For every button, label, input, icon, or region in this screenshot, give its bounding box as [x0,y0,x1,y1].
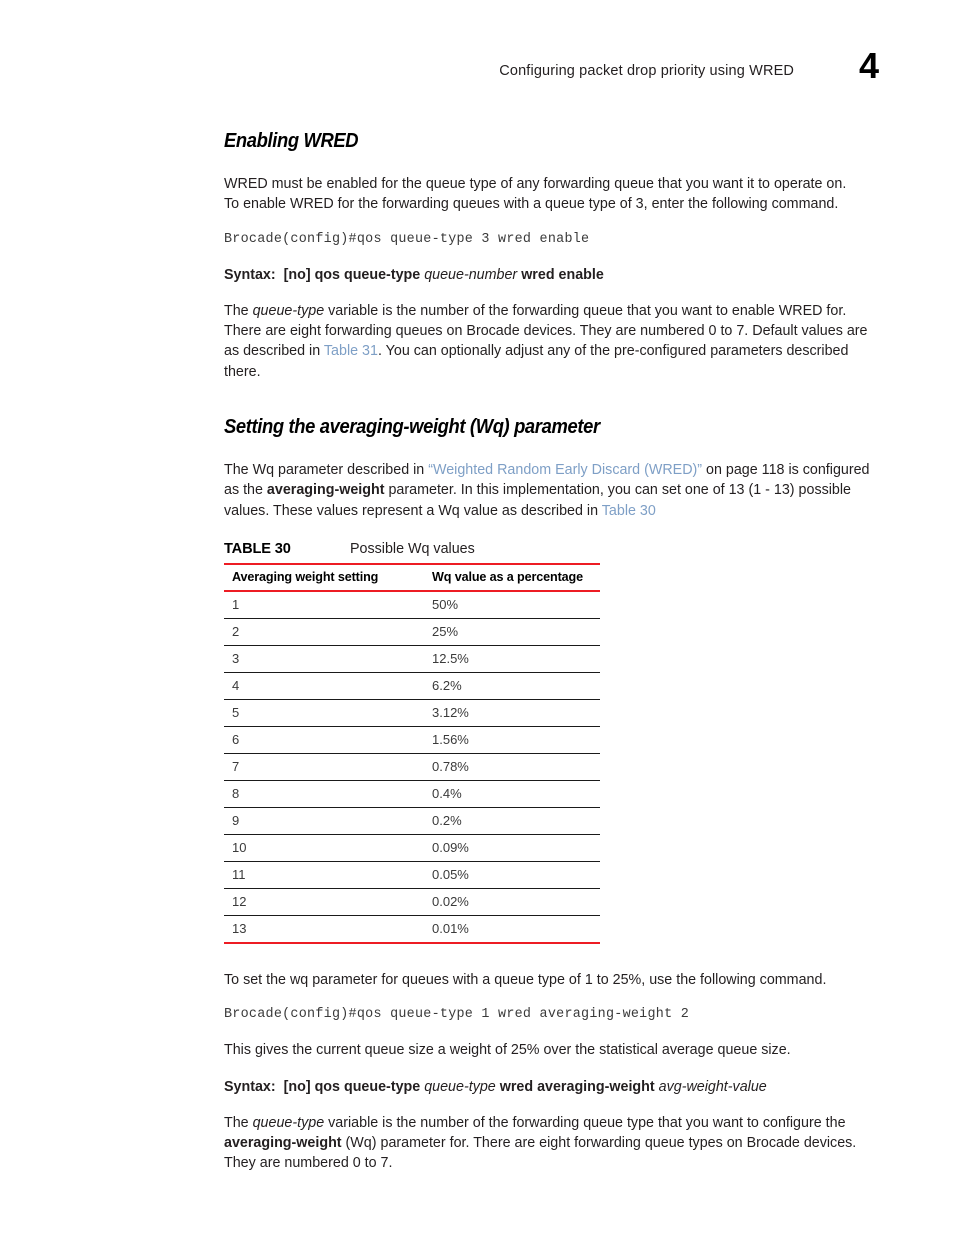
table-row: 9 0.2% [224,807,600,835]
cell-averaging-weight-setting: 1 [224,590,424,619]
text-fragment: The [224,302,253,319]
cell-averaging-weight-setting: 10 [224,834,424,862]
inline-variable: queue-type [252,1114,325,1131]
cell-wq-value: 1.56% [424,726,600,754]
paragraph-queue-type-description: The queue-type variable is the number of… [224,301,872,382]
syntax-variable: queue-number [424,266,518,283]
cell-averaging-weight-setting: 11 [224,861,424,889]
cell-averaging-weight-setting: 12 [224,888,424,916]
table-header: Averaging weight setting Wq value as a p… [224,562,600,592]
page-content: Enabling WRED WRED must be enabled for t… [224,130,872,1190]
cell-wq-value: 6.2% [424,672,600,700]
syntax-keyword: [no] qos queue-type [283,266,421,283]
table-row: 12 0.02% [224,888,600,916]
table-title: Possible Wq values [350,540,475,557]
table-row: 4 6.2% [224,672,600,700]
text-fragment: The [224,1114,253,1131]
column-header-wq-value-percentage: Wq value as a percentage [424,562,600,592]
cell-averaging-weight-setting: 2 [224,618,424,646]
syntax-variable: avg-weight-value [658,1078,767,1095]
cell-wq-value: 0.78% [424,753,600,781]
table-row: 2 25% [224,618,600,646]
cell-wq-value: 50% [424,590,600,619]
cli-command-wred-enable: Brocade(config)#qos queue-type 3 wred en… [224,231,590,247]
syntax-label: Syntax: [224,266,276,283]
table-header-row: Averaging weight setting Wq value as a p… [224,562,600,592]
table-30-block: TABLE 30 Possible Wq values Averaging we… [224,541,600,944]
section-heading-enabling-wred: Enabling WRED [224,130,359,152]
header-title: Configuring packet drop priority using W… [499,63,794,79]
text-fragment: variable is the number of the forwarding… [324,1114,846,1131]
cell-averaging-weight-setting: 5 [224,699,424,727]
table-row: 1 50% [224,590,600,619]
text-fragment: The Wq parameter described in [224,462,429,479]
table-body: 1 50% 2 25% 3 12.5% 4 6.2% 5 3.12% 6 1.56% 7 0.78% 8 0.… [224,590,600,944]
cell-averaging-weight-setting: 3 [224,645,424,673]
possible-wq-values-table: Averaging weight setting Wq value as a p… [224,562,600,944]
page-running-header: Configuring packet drop priority using W… [224,48,879,96]
inline-variable: queue-type [252,302,325,319]
paragraph-wq-parameter-description: The Wq parameter described in “Weighted … [224,460,872,521]
table-number: TABLE 30 [224,540,291,557]
cell-averaging-weight-setting: 13 [224,915,424,944]
cell-averaging-weight-setting: 6 [224,726,424,754]
paragraph-line: To enable WRED for the forwarding queues… [224,196,839,213]
syntax-wred-enable: Syntax: [no] qos queue-type queue-number… [224,265,872,285]
cell-wq-value: 25% [424,618,600,646]
chapter-number: 4 [858,45,879,86]
cell-averaging-weight-setting: 8 [224,780,424,808]
syntax-averaging-weight: Syntax: [no] qos queue-type queue-type w… [224,1077,872,1097]
syntax-keyword: wred averaging-weight [499,1078,655,1095]
cell-wq-value: 12.5% [424,645,600,673]
table-row: 10 0.09% [224,834,600,862]
cross-reference-link-table-30[interactable]: Table 30 [602,503,656,519]
inline-keyword: averaging-weight [266,482,385,499]
cross-reference-link-table-31[interactable]: Table 31 [324,343,378,359]
table-row: 7 0.78% [224,753,600,781]
syntax-keyword: wred enable [521,266,604,283]
cli-command-averaging-weight: Brocade(config)#qos queue-type 1 wred av… [224,1007,690,1023]
table-row: 13 0.01% [224,915,600,944]
paragraph-line: WRED must be enabled for the queue type … [224,176,847,192]
table-row: 8 0.4% [224,780,600,808]
paragraph-enabling-wred-intro: WRED must be enabled for the queue type … [224,174,872,215]
table-caption: TABLE 30 Possible Wq values [224,541,600,557]
cell-averaging-weight-setting: 9 [224,807,424,835]
inline-keyword: averaging-weight [224,1135,342,1152]
syntax-variable: queue-type [424,1078,496,1095]
table-row: 3 12.5% [224,645,600,673]
syntax-keyword: [no] qos queue-type [283,1078,421,1095]
cell-wq-value: 3.12% [424,699,600,727]
cell-averaging-weight-setting: 7 [224,753,424,781]
paragraph-queue-type-final-description: The queue-type variable is the number of… [224,1113,872,1174]
cell-wq-value: 0.09% [424,834,600,862]
section-heading-averaging-weight: Setting the averaging-weight (Wq) parame… [224,416,600,439]
column-header-averaging-weight-setting: Averaging weight setting [224,562,424,592]
cell-wq-value: 0.02% [424,888,600,916]
table-row: 11 0.05% [224,861,600,889]
cell-wq-value: 0.05% [424,861,600,889]
paragraph-set-wq-intro: To set the wq parameter for queues with … [224,971,827,988]
paragraph-weight-explanation: This gives the current queue size a weig… [224,1042,791,1059]
table-row: 5 3.12% [224,699,600,727]
cell-wq-value: 0.2% [424,807,600,835]
cell-wq-value: 0.01% [424,915,600,944]
cell-wq-value: 0.4% [424,780,600,808]
cross-reference-link-wred-section[interactable]: “Weighted Random Early Discard (WRED)” [428,462,702,478]
table-row: 6 1.56% [224,726,600,754]
syntax-label: Syntax: [224,1078,276,1095]
cell-averaging-weight-setting: 4 [224,672,424,700]
